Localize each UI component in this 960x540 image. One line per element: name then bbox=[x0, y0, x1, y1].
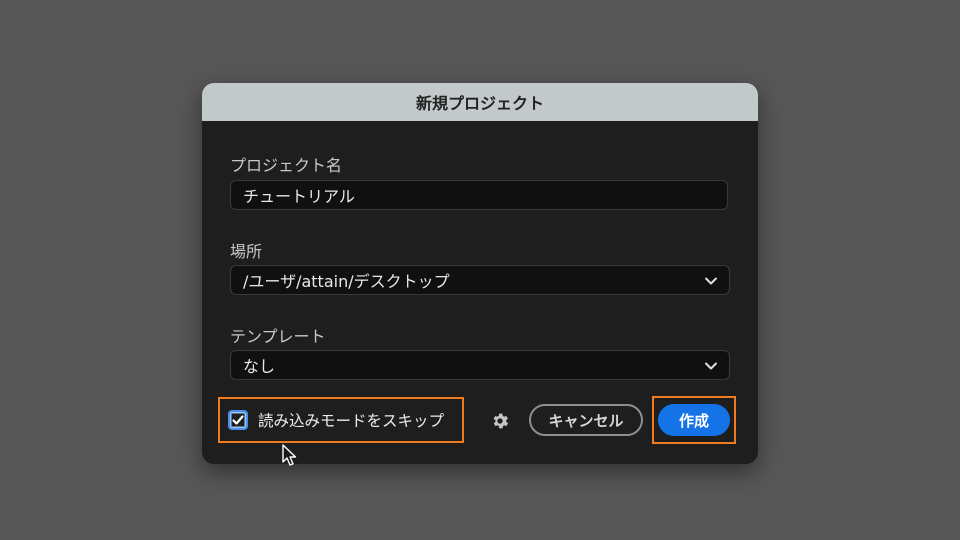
mouse-cursor-icon bbox=[282, 444, 297, 466]
gear-icon[interactable] bbox=[490, 411, 510, 431]
chevron-down-icon bbox=[705, 362, 717, 370]
create-button[interactable]: 作成 bbox=[658, 404, 730, 436]
cancel-button[interactable]: キャンセル bbox=[529, 404, 643, 436]
dialog-title: 新規プロジェクト bbox=[202, 83, 758, 121]
project-name-label: プロジェクト名 bbox=[230, 156, 343, 175]
project-name-input[interactable]: チュートリアル bbox=[230, 180, 728, 210]
location-value: /ユーザ/attain/デスクトップ bbox=[243, 272, 450, 291]
skip-import-label[interactable]: 読み込みモードをスキップ bbox=[258, 409, 444, 431]
location-select[interactable]: /ユーザ/attain/デスクトップ bbox=[230, 265, 730, 295]
template-value: なし bbox=[243, 357, 276, 376]
template-label: テンプレート bbox=[230, 327, 326, 346]
create-button-highlight: 作成 bbox=[652, 396, 736, 444]
template-select[interactable]: なし bbox=[230, 350, 730, 380]
location-label: 場所 bbox=[230, 242, 263, 261]
checkmark-icon bbox=[232, 415, 244, 425]
chevron-down-icon bbox=[705, 277, 717, 285]
new-project-dialog: 新規プロジェクト プロジェクト名 チュートリアル 場所 /ユーザ/attain/… bbox=[202, 83, 758, 464]
skip-import-checkbox[interactable] bbox=[228, 410, 248, 430]
project-name-value: チュートリアル bbox=[243, 187, 355, 206]
skip-import-highlight: 読み込みモードをスキップ bbox=[218, 397, 464, 443]
